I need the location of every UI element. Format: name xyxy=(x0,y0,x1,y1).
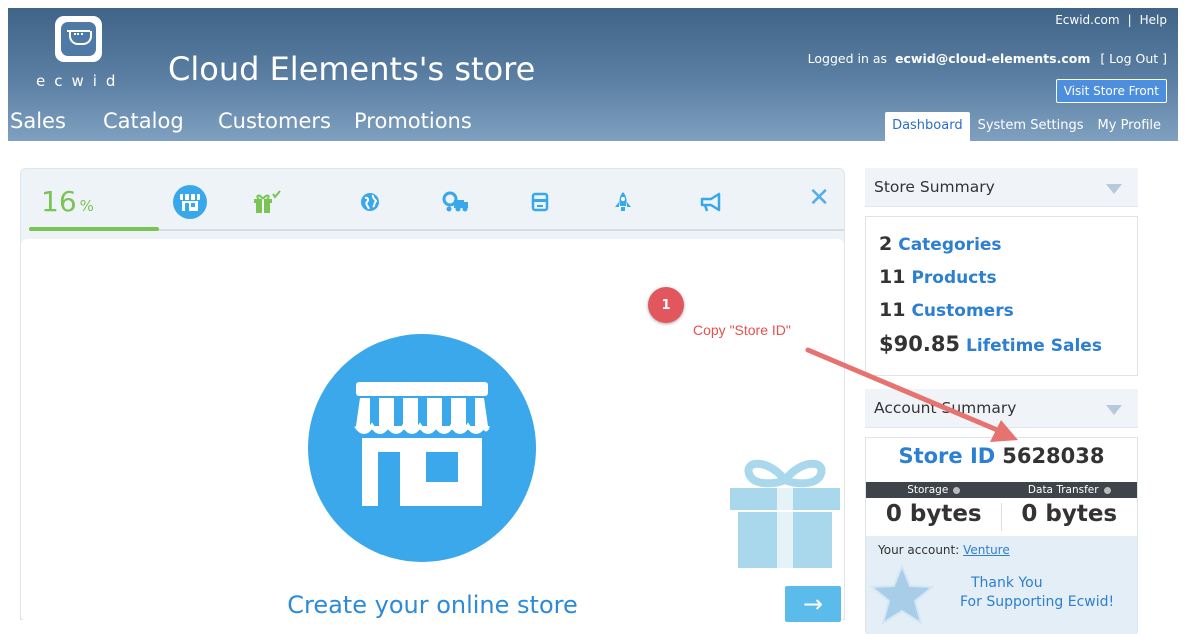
annotation-arrow-icon xyxy=(805,347,1018,442)
annotation-note: Copy "Store ID" xyxy=(693,322,791,338)
annotation-badge: 1 xyxy=(648,287,684,323)
